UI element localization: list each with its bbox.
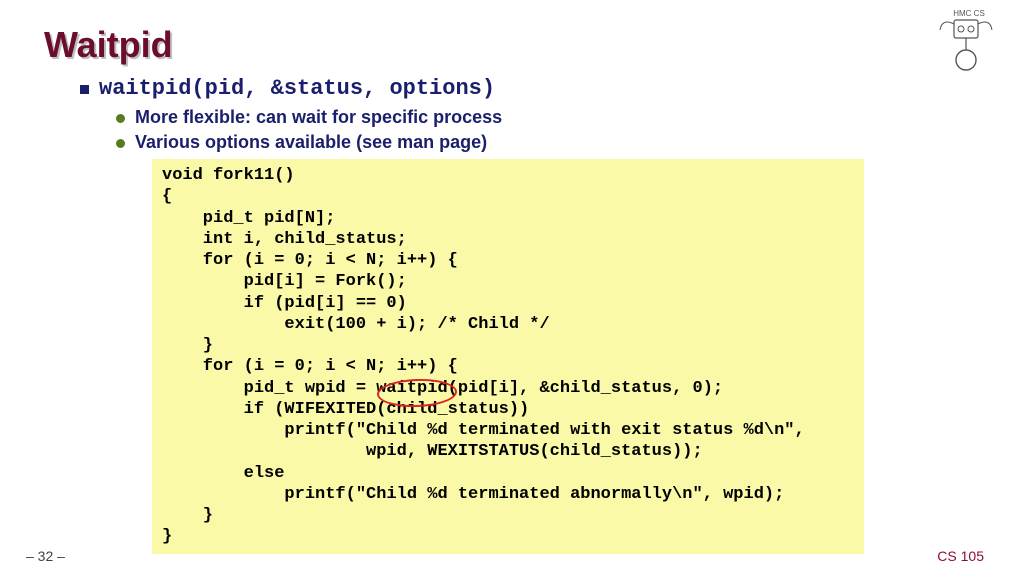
slide-number: – 32 – xyxy=(26,548,65,564)
svg-text:HMC CS: HMC CS xyxy=(953,9,985,18)
page-title: Waitpid xyxy=(44,24,980,66)
content-area: waitpid(pid, &status, options) More flex… xyxy=(44,76,980,554)
bullet-level-2: More flexible: can wait for specific pro… xyxy=(116,107,980,128)
sub-bullet-1: Various options available (see man page) xyxy=(135,132,487,153)
square-bullet-icon xyxy=(80,85,89,94)
sub-bullets: More flexible: can wait for specific pro… xyxy=(80,107,980,554)
bullet-level-2: Various options available (see man page) xyxy=(116,132,980,153)
bullet-1-text: waitpid(pid, &status, options) xyxy=(99,76,495,101)
code-text: void fork11() { pid_t pid[N]; int i, chi… xyxy=(162,165,854,548)
round-bullet-icon xyxy=(116,114,125,123)
slide: HMC CS Waitpid Waitpid waitpid(pid, &sta… xyxy=(0,0,1024,576)
round-bullet-icon xyxy=(116,139,125,148)
title-wrap: Waitpid Waitpid xyxy=(44,24,980,66)
code-block: void fork11() { pid_t pid[N]; int i, chi… xyxy=(152,159,864,554)
sub-bullet-0: More flexible: can wait for specific pro… xyxy=(135,107,502,128)
bullet-level-1: waitpid(pid, &status, options) xyxy=(80,76,980,101)
course-label: CS 105 xyxy=(937,548,984,564)
